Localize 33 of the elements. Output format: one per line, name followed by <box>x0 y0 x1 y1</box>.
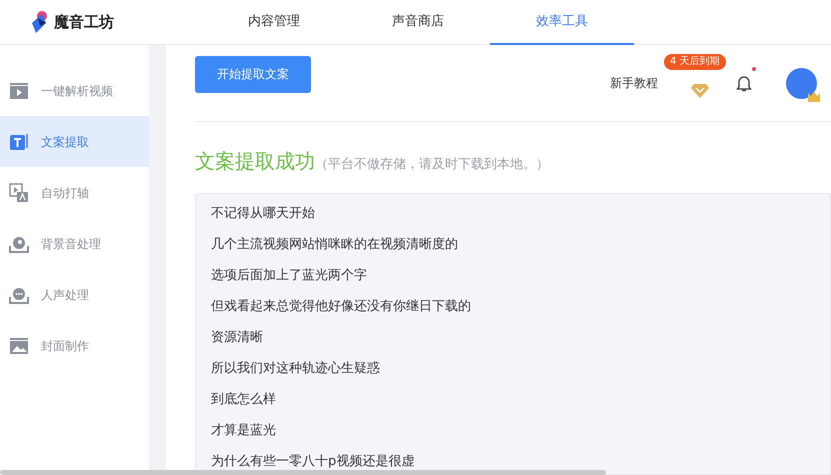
result-title: 文案提取成功 <box>195 148 315 175</box>
text-icon <box>9 132 29 152</box>
logo-icon <box>30 10 50 34</box>
image-icon <box>9 336 29 354</box>
video-icon <box>9 82 29 100</box>
transcript-line: 不记得从哪天开始 <box>211 205 315 223</box>
crown-icon <box>808 90 820 102</box>
transcript-line: 到底怎么样 <box>211 391 276 409</box>
sidebar-item[interactable]: 封面制作 <box>0 320 149 371</box>
nav-tab[interactable]: 内容管理 <box>202 0 346 45</box>
sidebar-item[interactable]: 自动打轴 <box>0 167 149 218</box>
storage-note: （平台不做存储，请及时下载到本地。） <box>315 156 549 174</box>
transcript-line: 所以我们对这种轨迹心生疑惑 <box>211 360 380 378</box>
expiry-badge: 4 天后到期 <box>664 54 726 70</box>
start-extract-button[interactable]: 开始提取文案 <box>195 56 311 92</box>
transcript-line: 为什么有些一零八十p视频还是很虚 <box>211 453 414 471</box>
sidebar-item[interactable]: 背景音处理 <box>0 218 149 269</box>
nav-tab[interactable]: 效率工具 <box>490 0 634 45</box>
transcript-line: 选项后面加上了蓝光两个字 <box>211 267 367 285</box>
diamond-icon <box>691 84 709 98</box>
transcript-line: 才算是蓝光 <box>211 422 276 440</box>
sidebar-item[interactable]: 一键解析视频 <box>0 65 149 116</box>
transcript-line: 几个主流视频网站悄咪眯的在视频清晰度的 <box>211 236 458 254</box>
transcript-line: 但戏看起来总觉得他好像还没有你继日下载的 <box>211 298 471 316</box>
logo-text: 魔音工坊 <box>54 12 114 33</box>
subtitle-icon <box>9 182 29 202</box>
bell-icon <box>736 74 752 92</box>
nav-tab[interactable]: 声音商店 <box>346 0 490 45</box>
tutorial-link[interactable]: 新手教程 <box>610 74 658 92</box>
transcript-line: 资源清晰 <box>211 329 263 347</box>
sidebar-item[interactable]: 人声处理 <box>0 269 149 320</box>
sidebar-item[interactable]: 文案提取 <box>0 116 149 167</box>
scrollbar[interactable] <box>0 470 606 475</box>
